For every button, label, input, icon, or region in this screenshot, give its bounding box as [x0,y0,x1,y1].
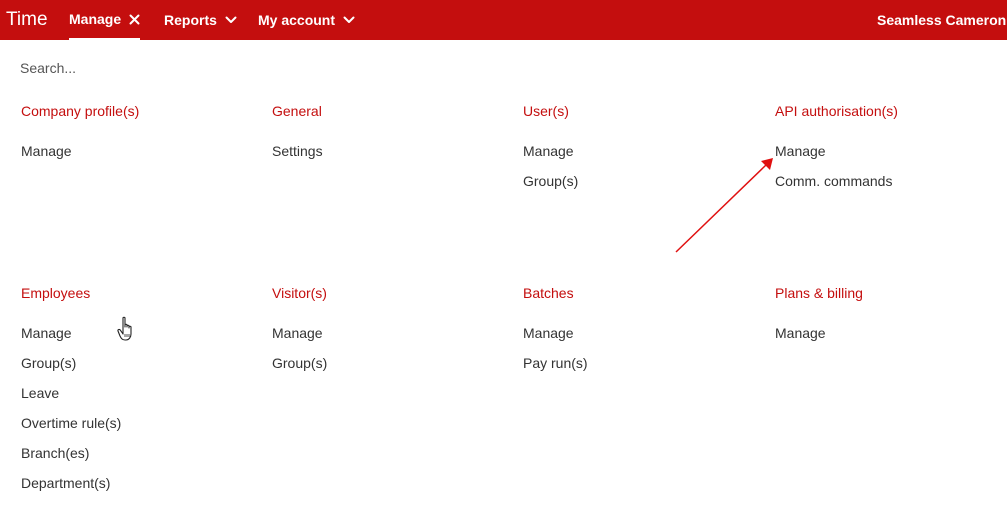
link-employees-groups[interactable]: Group(s) [21,354,251,372]
section-plans-billing: Plans & billing Manage [775,284,1005,354]
section-company-profiles: Company profile(s) Manage [21,102,251,172]
user-name[interactable]: Seamless Cameron Pl [877,12,1007,28]
link-batches-pay-runs[interactable]: Pay run(s) [523,354,753,372]
chevron-down-icon [225,16,237,23]
nav-reports-label: Reports [164,12,217,28]
link-plans-manage[interactable]: Manage [775,324,1005,342]
link-batches-manage[interactable]: Manage [523,324,753,342]
link-visitors-manage[interactable]: Manage [272,324,502,342]
link-company-manage[interactable]: Manage [21,142,251,160]
section-batches: Batches Manage Pay run(s) [523,284,753,384]
link-api-manage[interactable]: Manage [775,142,1005,160]
link-employees-leave[interactable]: Leave [21,384,251,402]
nav-manage-label: Manage [69,11,122,27]
nav-my-account-label: My account [258,12,336,28]
section-title: Company profile(s) [21,103,140,119]
section-title: General [272,103,322,119]
section-title: Batches [523,285,574,301]
link-general-settings[interactable]: Settings [272,142,502,160]
link-users-groups[interactable]: Group(s) [523,172,753,190]
nav-manage[interactable]: Manage [69,0,141,40]
section-general: General Settings [272,102,502,172]
link-employees-departments[interactable]: Department(s) [21,474,251,492]
link-users-manage[interactable]: Manage [523,142,753,160]
section-users: User(s) Manage Group(s) [523,102,753,202]
nav-reports[interactable]: Reports [164,0,237,40]
hand-pointer-icon [117,316,132,341]
chevron-down-icon [343,16,355,23]
section-title: Visitor(s) [272,285,327,301]
close-icon[interactable] [129,14,140,25]
app-title: Time [6,9,48,30]
section-title: Employees [21,285,91,301]
section-title: Plans & billing [775,285,863,301]
section-visitors: Visitor(s) Manage Group(s) [272,284,502,384]
nav-my-account[interactable]: My account [258,0,355,40]
link-employees-branches[interactable]: Branch(es) [21,444,251,462]
link-employees-overtime-rules[interactable]: Overtime rule(s) [21,414,251,432]
link-visitors-groups[interactable]: Group(s) [272,354,502,372]
section-title: User(s) [523,103,569,119]
link-api-comm-commands[interactable]: Comm. commands [775,172,1005,190]
section-title: API authorisation(s) [775,103,898,119]
search-input[interactable] [12,55,328,81]
top-nav-bar: Time Manage Reports My account Seamless … [0,0,1007,40]
section-api-authorisations: API authorisation(s) Manage Comm. comman… [775,102,1005,202]
